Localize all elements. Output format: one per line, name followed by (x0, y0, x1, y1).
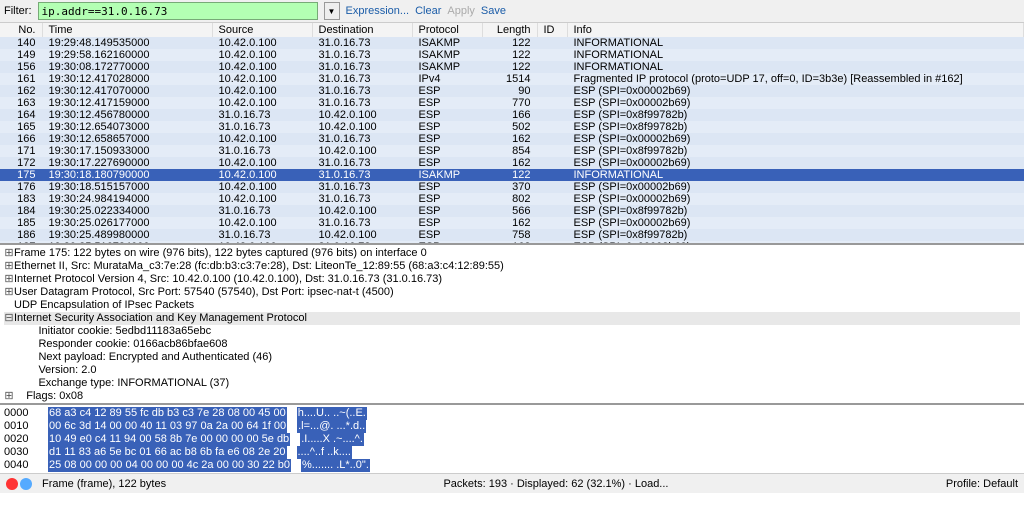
packet-row[interactable]: 18619:30:25.48998000031.0.16.7310.42.0.1… (0, 229, 1024, 241)
filter-dropdown-icon[interactable]: ▼ (324, 2, 340, 20)
detail-line[interactable]: UDP Encapsulation of IPsec Packets (4, 299, 1020, 312)
filter-toolbar: Filter: ▼ Expression... Clear Apply Save (0, 0, 1024, 23)
col-protocol[interactable]: Protocol (412, 23, 482, 37)
packet-row[interactable]: 16119:30:12.41702800010.42.0.10031.0.16.… (0, 73, 1024, 85)
col-length[interactable]: Length (482, 23, 537, 37)
packet-row[interactable]: 18319:30:24.98419400010.42.0.10031.0.16.… (0, 193, 1024, 205)
col-info[interactable]: Info (567, 23, 1024, 37)
detail-line[interactable]: Initiator cookie: 5edbd11183a65ebc (4, 325, 1020, 338)
status-frame: Frame (frame), 122 bytes (42, 478, 166, 490)
detail-line[interactable]: ⊞Internet Protocol Version 4, Src: 10.42… (4, 273, 1020, 286)
packet-row[interactable]: 18519:30:25.02617700010.42.0.10031.0.16.… (0, 217, 1024, 229)
packet-row[interactable]: 17519:30:18.18079000010.42.0.10031.0.16.… (0, 169, 1024, 181)
col-no[interactable]: No. (0, 23, 42, 37)
hex-row[interactable]: 004025 08 00 00 00 04 00 00 00 4c 2a 00 … (4, 459, 1020, 472)
detail-line[interactable]: Exchange type: INFORMATIONAL (37) (4, 377, 1020, 390)
packet-row[interactable]: 17119:30:17.15093300031.0.16.7310.42.0.1… (0, 145, 1024, 157)
hex-row[interactable]: 0030d1 11 83 a6 5e bc 01 66 ac b8 6b fa … (4, 446, 1020, 459)
save-button[interactable]: Save (481, 5, 506, 17)
col-id[interactable]: ID (537, 23, 567, 37)
filter-label: Filter: (4, 5, 32, 17)
packet-row[interactable]: 16519:30:12.65407300031.0.16.7310.42.0.1… (0, 121, 1024, 133)
col-source[interactable]: Source (212, 23, 312, 37)
hex-row[interactable]: 002010 49 e0 c4 11 94 00 58 8b 7e 00 00 … (4, 433, 1020, 446)
detail-line[interactable]: ⊞Ethernet II, Src: MurataMa_c3:7e:28 (fc… (4, 260, 1020, 273)
col-time[interactable]: Time (42, 23, 212, 37)
packet-row[interactable]: 17219:30:17.22769000010.42.0.10031.0.16.… (0, 157, 1024, 169)
hex-row[interactable]: 000068 a3 c4 12 89 55 fc db b3 c3 7e 28 … (4, 407, 1020, 420)
packet-row[interactable]: 16319:30:12.41715900010.42.0.10031.0.16.… (0, 97, 1024, 109)
col-destination[interactable]: Destination (312, 23, 412, 37)
detail-line[interactable]: ⊞User Datagram Protocol, Src Port: 57540… (4, 286, 1020, 299)
packet-row[interactable]: 15619:30:08.17277000010.42.0.10031.0.16.… (0, 61, 1024, 73)
packet-row[interactable]: 18419:30:25.02233400031.0.16.7310.42.0.1… (0, 205, 1024, 217)
column-headers[interactable]: No.TimeSourceDestinationProtocolLengthID… (0, 23, 1024, 37)
packet-row[interactable]: 17619:30:18.51515700010.42.0.10031.0.16.… (0, 181, 1024, 193)
detail-line[interactable]: Responder cookie: 0166acb86bfae608 (4, 338, 1020, 351)
detail-line[interactable]: Version: 2.0 (4, 364, 1020, 377)
detail-line[interactable]: Next payload: Encrypted and Authenticate… (4, 351, 1020, 364)
detail-line[interactable]: ⊟Internet Security Association and Key M… (4, 312, 1020, 325)
expert-error-icon[interactable] (6, 478, 18, 490)
clear-button[interactable]: Clear (415, 5, 441, 17)
packet-row[interactable]: 16419:30:12.45678000031.0.16.7310.42.0.1… (0, 109, 1024, 121)
packet-list-pane[interactable]: No.TimeSourceDestinationProtocolLengthID… (0, 23, 1024, 245)
expression-button[interactable]: Expression... (346, 5, 410, 17)
packet-row[interactable]: 14019:29:48.14953500010.42.0.10031.0.16.… (0, 37, 1024, 49)
packet-details-pane[interactable]: ⊞Frame 175: 122 bytes on wire (976 bits)… (0, 245, 1024, 405)
filter-input[interactable] (38, 2, 318, 20)
packet-row[interactable]: 14919:29:58.16216000010.42.0.10031.0.16.… (0, 49, 1024, 61)
packet-row[interactable]: 16619:30:12.65865700010.42.0.10031.0.16.… (0, 133, 1024, 145)
detail-line[interactable]: ⊞Frame 175: 122 bytes on wire (976 bits)… (4, 247, 1020, 260)
packet-row[interactable]: 16219:30:12.41707000010.42.0.10031.0.16.… (0, 85, 1024, 97)
status-packets: Packets: 193 · Displayed: 62 (32.1%) · L… (443, 478, 668, 490)
apply-button[interactable]: Apply (447, 5, 475, 17)
expert-note-icon[interactable] (20, 478, 32, 490)
detail-line[interactable]: ⊞ Flags: 0x08 (4, 390, 1020, 403)
status-icons (6, 478, 32, 490)
hex-row[interactable]: 001000 6c 3d 14 00 00 40 11 03 97 0a 2a … (4, 420, 1020, 433)
status-bar: Frame (frame), 122 bytes Packets: 193 · … (0, 473, 1024, 493)
hex-dump-pane[interactable]: 000068 a3 c4 12 89 55 fc db b3 c3 7e 28 … (0, 405, 1024, 473)
status-profile: Profile: Default (946, 478, 1018, 490)
